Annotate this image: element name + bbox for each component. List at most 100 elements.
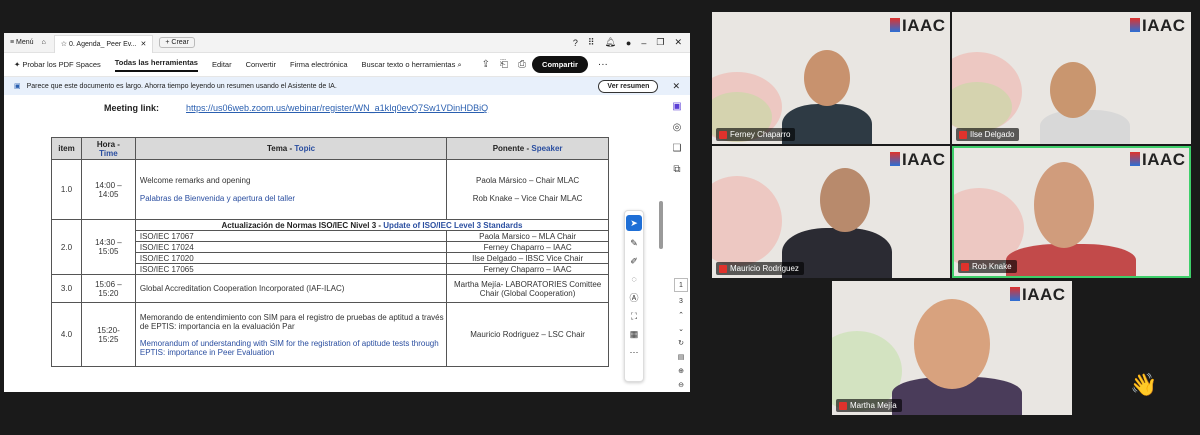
print-icon[interactable]: ⎙ — [518, 59, 526, 70]
chevron-up-icon[interactable]: ⌃ — [678, 311, 684, 319]
pen-icon[interactable]: ✐ — [630, 256, 638, 267]
video-tile-martha[interactable]: IAAC Martha Mejía — [832, 281, 1072, 415]
wave-reaction-icon: 👋 — [1130, 372, 1158, 397]
zoom-out-icon[interactable]: ⊖ — [678, 381, 684, 389]
header-topic-es: Tema - — [266, 144, 293, 153]
zoom-in-icon[interactable]: ⊕ — [678, 367, 684, 375]
iaac-logo: IAAC — [1130, 16, 1186, 36]
chevron-down-icon[interactable]: ⌄ — [678, 325, 684, 333]
upload-icon[interactable]: ⇪ — [482, 59, 490, 70]
tab-esign[interactable]: Firma electrónica — [290, 60, 348, 69]
avatar[interactable]: ● — [626, 38, 631, 48]
row2-speaker: Paola Marsico – MLA Chair — [446, 230, 609, 242]
video-tile-ferney[interactable]: IAAC Ferney Chaparro — [712, 12, 950, 144]
video-tile-mauricio[interactable]: IAAC Mauricio Rodriguez — [712, 146, 950, 278]
search-tools[interactable]: Buscar texto o herramientas ⌕ — [362, 60, 462, 70]
header-topic: Tema - Topic — [134, 137, 448, 160]
video-tile-rob-active[interactable]: IAAC Rob Knake — [952, 146, 1191, 278]
fill-icon[interactable]: ⛶ — [631, 311, 637, 322]
help-icon[interactable]: ? — [573, 38, 578, 48]
participant-figure — [1040, 110, 1130, 144]
table-row: 2.0 14:30 – 15:05 Actualización de Norma… — [51, 219, 610, 275]
row2-std: ISO/IEC 17024 — [134, 241, 448, 253]
star-icon[interactable]: ☆ — [61, 40, 67, 48]
current-page[interactable]: 1 — [674, 278, 688, 292]
toolbar-icons: ⇪ ⎗ ⎙ — [482, 59, 526, 70]
ai-assistant-icon[interactable]: ▣ — [672, 101, 681, 112]
tab-title: 0. Agenda_ Peer Ev... — [69, 40, 137, 48]
close-banner-icon[interactable]: ✕ — [672, 81, 680, 92]
menu-label: Menú — [16, 39, 34, 46]
participant-name: Mauricio Rodriguez — [730, 264, 799, 273]
table-row: 4.0 15:20- 15:25 Memorando de entendimie… — [51, 302, 609, 367]
header-topic-en: Topic — [294, 144, 316, 153]
view-summary-button[interactable]: Ver resumen — [598, 79, 659, 93]
row2-std: ISO/IEC 17020 — [134, 252, 448, 264]
meeting-label: Meeting link: — [104, 103, 160, 113]
maximize-icon[interactable]: ❐ — [656, 37, 664, 48]
pdf-spaces-label: Probar los PDF Spaces — [22, 60, 101, 69]
participant-face — [1034, 162, 1094, 248]
tab-edit[interactable]: Editar — [212, 60, 232, 69]
participant-name: Ilse Delgado — [970, 130, 1015, 139]
bookmark-icon[interactable]: ❑ — [673, 143, 682, 154]
comment-add-icon[interactable]: ✎ — [630, 238, 638, 249]
lasso-icon[interactable]: ◌ — [631, 274, 636, 284]
row1-item: 1.0 — [51, 159, 82, 220]
stamp-icon[interactable]: ▦ — [630, 329, 639, 340]
create-button[interactable]: + Crear — [159, 37, 195, 48]
document-icon[interactable]: ▤ — [678, 353, 685, 361]
document-scrollbar[interactable] — [659, 201, 663, 249]
iaac-logo: IAAC — [890, 150, 946, 170]
save-icon[interactable]: ⎗ — [500, 59, 508, 70]
close-tab-icon[interactable]: ✕ — [141, 40, 147, 48]
share-button[interactable]: Compartir — [532, 56, 588, 73]
home-icon[interactable]: ⌂ — [42, 39, 46, 46]
name-tag: Rob Knake — [958, 260, 1017, 273]
muted-mic-icon — [839, 401, 847, 410]
refresh-icon[interactable]: ↻ — [678, 339, 684, 347]
row1-speaker-2: Rob Knake – Vice Chair MLAC — [472, 194, 583, 203]
main-toolbar: ✦ Probar los PDF Spaces Todas las herram… — [4, 53, 690, 77]
pdf-spaces-button[interactable]: ✦ Probar los PDF Spaces — [14, 60, 101, 69]
meeting-link[interactable]: https://us06web.zoom.us/webinar/register… — [186, 103, 488, 113]
tab-all-tools[interactable]: Todas las herramientas — [114, 58, 198, 72]
row1-topic-en: Palabras de Bienvenida y apertura del ta… — [139, 194, 296, 203]
muted-mic-icon — [961, 262, 969, 271]
menu-button[interactable]: ≡ Menú — [10, 39, 34, 46]
participant-name: Ferney Chaparro — [730, 130, 791, 139]
bell-icon[interactable]: 🔔︎ — [604, 37, 615, 48]
text-select-icon[interactable]: Ⓐ — [629, 291, 638, 304]
video-tile-ilse[interactable]: IAAC Ilse Delgado — [952, 12, 1191, 144]
table-header: item Hora - Time Tema - Topic Ponente - S… — [51, 137, 609, 160]
screen: ≡ Menú ⌂ ☆ 0. Agenda_ Peer Ev... ✕ + Cre… — [0, 0, 1200, 435]
iaac-logo: IAAC — [1130, 150, 1186, 170]
row2-speaker: Ferney Chaparro – IAAC — [446, 263, 609, 275]
table-row: ISO/IEC 17067 Paola Marsico – MLA Chair — [52, 230, 609, 242]
row2-section-es: Actualización de Normas ISO/IEC Nivel 3 … — [221, 220, 382, 230]
header-time-es: Hora - — [96, 139, 120, 149]
comment-icon[interactable]: ◎ — [673, 122, 682, 133]
logo-text: IAAC — [902, 16, 946, 35]
table-row: ISO/IEC 17020 Ilse Delgado – IBSC Vice C… — [52, 252, 609, 264]
table-row: ISO/IEC 17065 Ferney Chaparro – IAAC — [52, 263, 609, 275]
total-pages: 3 — [679, 298, 683, 305]
apps-icon[interactable]: ⠿ — [588, 37, 595, 48]
header-speaker-es: Ponente - — [492, 144, 530, 153]
header-speaker-en: Speaker — [531, 144, 563, 153]
participant-name: Rob Knake — [972, 262, 1012, 271]
more-tools-icon[interactable]: ⋯ — [630, 347, 639, 358]
logo-text: IAAC — [1142, 150, 1186, 169]
row3-speaker: Martha Mejía- LABORATORIES Comittee Chai… — [446, 274, 609, 303]
tab-convert[interactable]: Convertir — [246, 60, 276, 69]
pages-icon[interactable]: ⧉ — [673, 164, 680, 175]
document-tab[interactable]: ☆ 0. Agenda_ Peer Ev... ✕ — [53, 34, 154, 53]
row1-topic-es: Welcome remarks and opening — [139, 176, 251, 185]
search-icon[interactable]: ⌕ — [457, 60, 461, 69]
more-icon[interactable]: ··· — [598, 59, 608, 70]
name-tag: Ferney Chaparro — [716, 128, 796, 141]
minimize-icon[interactable]: – — [641, 38, 646, 48]
row1-speaker: Paola Mársico – Chair MLAC Rob Knake – V… — [446, 159, 609, 220]
close-window-icon[interactable]: ✕ — [674, 37, 682, 48]
cursor-icon[interactable]: ➤ — [626, 215, 642, 231]
